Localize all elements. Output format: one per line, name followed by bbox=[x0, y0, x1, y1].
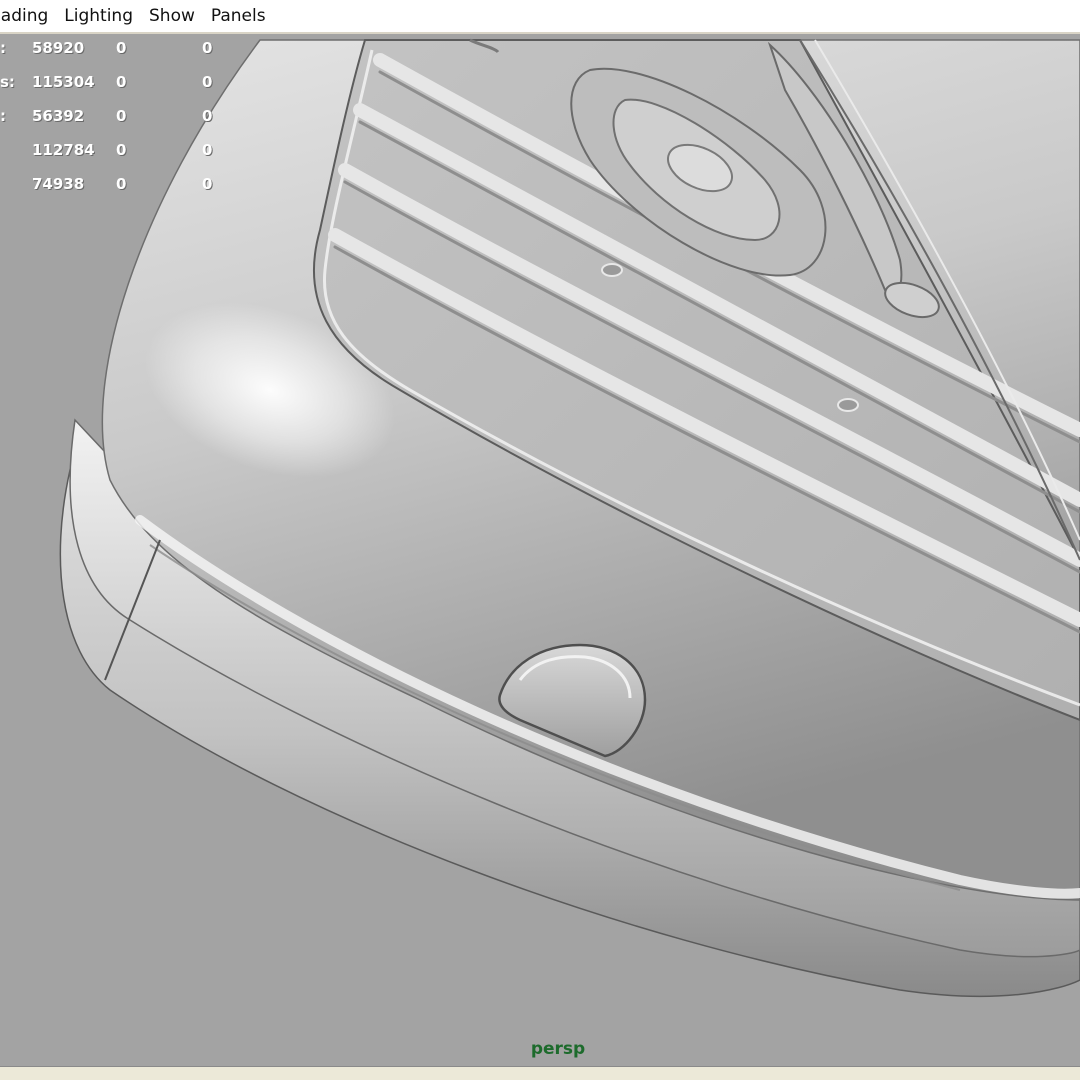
hud-total: 74938 bbox=[32, 175, 85, 193]
hud-total: 112784 bbox=[32, 141, 95, 159]
viewport-menu-bar: nading Lighting Show Panels bbox=[0, 0, 1080, 34]
hud-label: : bbox=[0, 107, 6, 125]
hud-selected-2: 0 bbox=[202, 175, 213, 193]
menu-lighting[interactable]: Lighting bbox=[56, 6, 141, 26]
perspective-viewport[interactable] bbox=[0, 34, 1080, 1066]
maya-viewport-window: nading Lighting Show Panels bbox=[0, 0, 1080, 1080]
menu-panels[interactable]: Panels bbox=[203, 6, 274, 26]
camera-name-label: persp bbox=[530, 1039, 586, 1059]
hud-selected-2: 0 bbox=[202, 39, 213, 57]
hud-total: 56392 bbox=[32, 107, 85, 125]
hud-total: 115304 bbox=[32, 73, 95, 91]
hud-label: s: bbox=[0, 73, 15, 91]
hud-label: : bbox=[0, 39, 6, 57]
hud-selected: 0 bbox=[116, 107, 127, 125]
hud-selected: 0 bbox=[116, 39, 127, 57]
menu-shading[interactable]: nading bbox=[0, 6, 56, 26]
window-bottom-border bbox=[0, 1066, 1080, 1080]
hud-selected-2: 0 bbox=[202, 73, 213, 91]
hud-selected-2: 0 bbox=[202, 107, 213, 125]
hud-selected: 0 bbox=[116, 73, 127, 91]
hud-selected-2: 0 bbox=[202, 141, 213, 159]
hud-selected: 0 bbox=[116, 175, 127, 193]
phone-model-render[interactable] bbox=[0, 34, 1080, 1066]
menu-show[interactable]: Show bbox=[141, 6, 203, 26]
hud-total: 58920 bbox=[32, 39, 85, 57]
hud-selected: 0 bbox=[116, 141, 127, 159]
